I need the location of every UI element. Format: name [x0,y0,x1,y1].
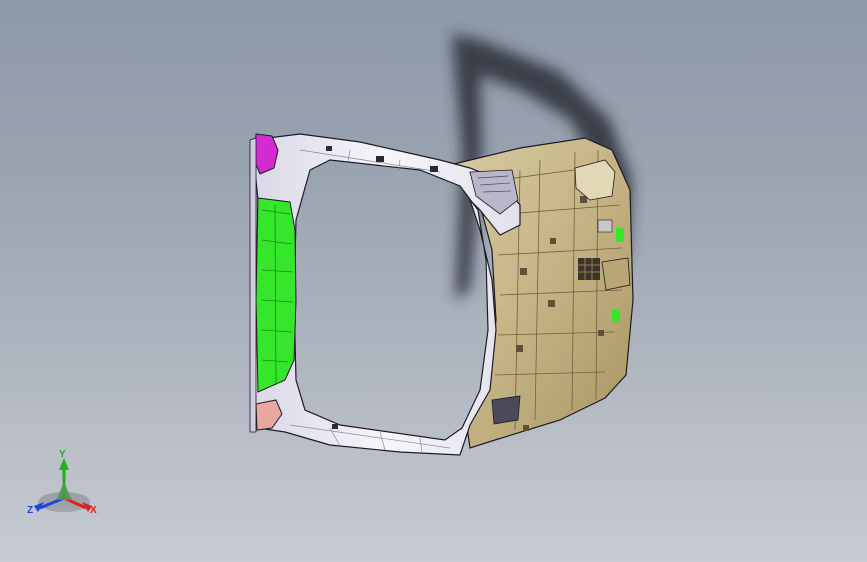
side-pillar-trim[interactable] [255,197,297,393]
frame-detail-lines [289,149,451,453]
z-axis-label: Z [27,505,34,516]
view-orientation-triad[interactable]: Y X Z [22,448,106,526]
x-axis-label: X [90,505,97,516]
y-axis-label: Y [59,449,66,460]
handle-recess [601,257,631,291]
lower-recess [491,395,521,425]
grey-fastener [597,219,613,233]
frame-clips [326,146,438,429]
edge-tab-green [616,228,624,242]
panel-vent [578,258,600,280]
graphics-viewport[interactable]: Y X Z [0,0,867,562]
cad-model-view[interactable] [0,0,867,562]
edge-tab-green-lower [612,310,620,322]
frame-left-edge [249,137,257,433]
